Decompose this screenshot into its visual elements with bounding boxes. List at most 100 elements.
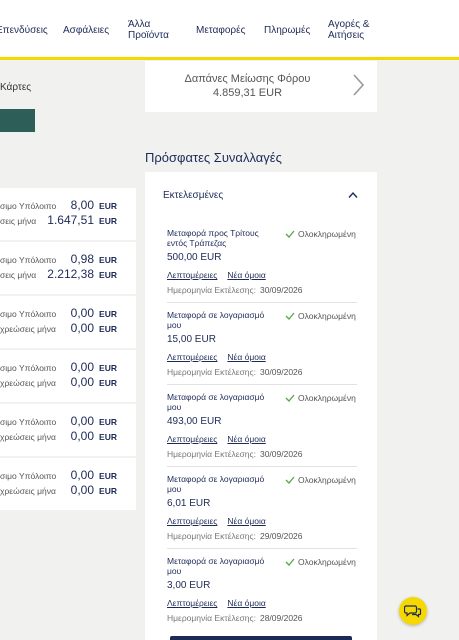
check-icon (285, 394, 295, 402)
details-link[interactable]: Λεπτομέρειες (167, 270, 217, 280)
account-currency: EUR (99, 417, 117, 427)
account-row: σεις μήνα 1.647,51 EUR (0, 213, 136, 227)
execution-date-value: 30/09/2026 (259, 285, 303, 295)
transaction-links: Λεπτομέρειες Νέα όμοια (167, 352, 276, 362)
account-card[interactable]: σιμο Υπόλοιπο 0,00 EUR χρεώσεις μήνα 0,00 EUR (0, 350, 136, 402)
nav-item-purchases-requests[interactable]: Αγορές & Αιτήσεις (328, 0, 376, 60)
account-balance-value: 0,98 (70, 252, 94, 266)
account-card[interactable]: σιμο Υπόλοιπο 0,98 EUR σεις μήνα 2.212,38 EUR (0, 242, 136, 294)
execution-date-label: Ημερομηνία Εκτέλεσης: (167, 367, 256, 377)
account-balance-value: 0,00 (70, 375, 94, 389)
executed-section-header[interactable]: Εκτελεσμένες (163, 190, 223, 201)
transaction-title: Μεταφορά σε λογαριασμό μου (167, 392, 265, 412)
new-similar-link[interactable]: Νέα όμοια (227, 270, 265, 280)
account-currency: EUR (99, 486, 117, 496)
transaction-links: Λεπτομέρειες Νέα όμοια (167, 598, 276, 608)
transaction-item: Μεταφορά προς Τρίτους εντός Τράπεζας Ολοκ… (167, 228, 357, 307)
transaction-item: Μεταφορά σε λογαριασμό μου Ολοκληρωμένη 15… (167, 310, 357, 389)
details-link[interactable]: Λεπτομέρειες (167, 598, 217, 608)
check-icon (285, 476, 295, 484)
transaction-status-label: Ολοκληρωμένη (298, 557, 356, 567)
account-row: σιμο Υπόλοιπο 0,00 EUR (0, 360, 136, 374)
account-currency: EUR (99, 216, 117, 226)
account-currency: EUR (99, 432, 117, 442)
account-card[interactable]: σιμο Υπόλοιπο 0,00 EUR χρεώσεις μήνα 0,00 EUR (0, 296, 136, 348)
details-link[interactable]: Λεπτομέρειες (167, 516, 217, 526)
nav-item-insurance[interactable]: Ασφάλειες (63, 0, 109, 60)
transaction-status-label: Ολοκληρωμένη (298, 393, 356, 403)
check-icon (285, 558, 295, 566)
transaction-status: Ολοκληρωμένη (285, 557, 356, 567)
account-row: σιμο Υπόλοιπο 0,00 EUR (0, 468, 136, 482)
transaction-status: Ολοκληρωμένη (285, 229, 356, 239)
execution-date: Ημερομηνία Εκτέλεσης: 30/09/2026 (167, 367, 303, 377)
account-card[interactable]: σιμο Υπόλοιπο 0,00 EUR χρεώσεις μήνα 0,00 EUR (0, 404, 136, 456)
account-balance-label: σιμο Υπόλοιπο (0, 255, 57, 265)
account-balance-label: σιμο Υπόλοιπο (0, 363, 57, 373)
details-link[interactable]: Λεπτομέρειες (167, 352, 217, 362)
transaction-divider (167, 466, 357, 467)
account-balance-value: 2.212,38 (47, 267, 94, 281)
details-link[interactable]: Λεπτομέρειες (167, 434, 217, 444)
transaction-divider (167, 548, 357, 549)
more-transactions-button[interactable] (170, 636, 352, 640)
transaction-status: Ολοκληρωμένη (285, 393, 356, 403)
transaction-links: Λεπτομέρειες Νέα όμοια (167, 270, 276, 280)
chat-button[interactable] (399, 597, 427, 625)
account-row: σιμο Υπόλοιπο 0,00 EUR (0, 414, 136, 428)
transaction-item: Μεταφορά σε λογαριασμό μου Ολοκληρωμένη 3,… (167, 556, 357, 635)
execution-date-label: Ημερομηνία Εκτέλεσης: (167, 285, 256, 295)
account-balance-value: 0,00 (70, 414, 94, 428)
transaction-status-label: Ολοκληρωμένη (298, 475, 356, 485)
account-row: χρεώσεις μήνα 0,00 EUR (0, 483, 136, 497)
account-currency: EUR (99, 309, 117, 319)
transaction-title: Μεταφορά σε λογαριασμό μου (167, 556, 265, 576)
chat-icon (404, 605, 422, 618)
account-balance-label: σεις μήνα (0, 216, 37, 226)
account-balance-label: σιμο Υπόλοιπο (0, 309, 57, 319)
account-row: χρεώσεις μήνα 0,00 EUR (0, 375, 136, 389)
account-row: χρεώσεις μήνα 0,00 EUR (0, 429, 136, 443)
new-similar-link[interactable]: Νέα όμοια (227, 434, 265, 444)
top-nav: Επενδύσεις Ασφάλειες Άλλα Προϊόντα Μεταφ… (0, 0, 459, 60)
account-row: σεις μήνα 2.212,38 EUR (0, 267, 136, 281)
new-similar-link[interactable]: Νέα όμοια (227, 598, 265, 608)
account-currency: EUR (99, 201, 117, 211)
nav-item-payments[interactable]: Πληρωμές (264, 0, 310, 60)
transaction-item: Μεταφορά σε λογαριασμό μου Ολοκληρωμένη 6,… (167, 474, 357, 553)
transaction-title: Μεταφορά προς Τρίτους εντός Τράπεζας (167, 228, 259, 248)
account-currency: EUR (99, 471, 117, 481)
cards-label[interactable]: Κάρτες (0, 82, 31, 93)
account-balance-value: 0,00 (70, 429, 94, 443)
nav-item-transfers[interactable]: Μεταφορές (196, 0, 245, 60)
execution-date-value: 30/09/2026 (259, 367, 303, 377)
chevron-right-icon[interactable] (349, 72, 367, 98)
account-balance-value: 8,00 (70, 198, 94, 212)
nav-item-investments[interactable]: Επενδύσεις (0, 0, 48, 60)
transaction-divider (167, 384, 357, 385)
account-card[interactable]: σιμο Υπόλοιπο 8,00 EUR σεις μήνα 1.647,51 EUR (0, 188, 136, 240)
execution-date-value: 28/09/2026 (259, 613, 303, 623)
nav-item-other-products[interactable]: Άλλα Προϊόντα (128, 0, 176, 60)
account-balance-label: σιμο Υπόλοιπο (0, 417, 57, 427)
transaction-item: Μεταφορά σε λογαριασμό μου Ολοκληρωμένη 49… (167, 392, 357, 471)
cards-button[interactable] (0, 109, 35, 132)
recent-transactions-title: Πρόσφατες Συναλλαγές (145, 150, 282, 165)
transaction-status: Ολοκληρωμένη (285, 475, 356, 485)
transaction-status-label: Ολοκληρωμένη (298, 229, 356, 239)
account-balance-value: 1.647,51 (47, 213, 94, 227)
chevron-up-icon[interactable] (347, 191, 359, 199)
account-balance-label: χρεώσεις μήνα (0, 324, 56, 334)
new-similar-link[interactable]: Νέα όμοια (227, 352, 265, 362)
account-balance-value: 0,00 (70, 321, 94, 335)
account-card[interactable]: σιμο Υπόλοιπο 0,00 EUR χρεώσεις μήνα 0,00 EUR (0, 458, 136, 510)
execution-date-value: 30/09/2026 (259, 449, 303, 459)
transaction-links: Λεπτομέρειες Νέα όμοια (167, 434, 276, 444)
transaction-amount: 500,00 EUR (167, 252, 222, 263)
new-similar-link[interactable]: Νέα όμοια (227, 516, 265, 526)
account-balance-label: χρεώσεις μήνα (0, 486, 56, 496)
account-currency: EUR (99, 255, 117, 265)
transaction-amount: 3,00 EUR (167, 580, 211, 591)
tax-deduction-card[interactable]: Δαπάνες Μείωσης Φόρου 4.859,31 EUR (145, 61, 377, 112)
execution-date: Ημερομηνία Εκτέλεσης: 30/09/2026 (167, 449, 303, 459)
